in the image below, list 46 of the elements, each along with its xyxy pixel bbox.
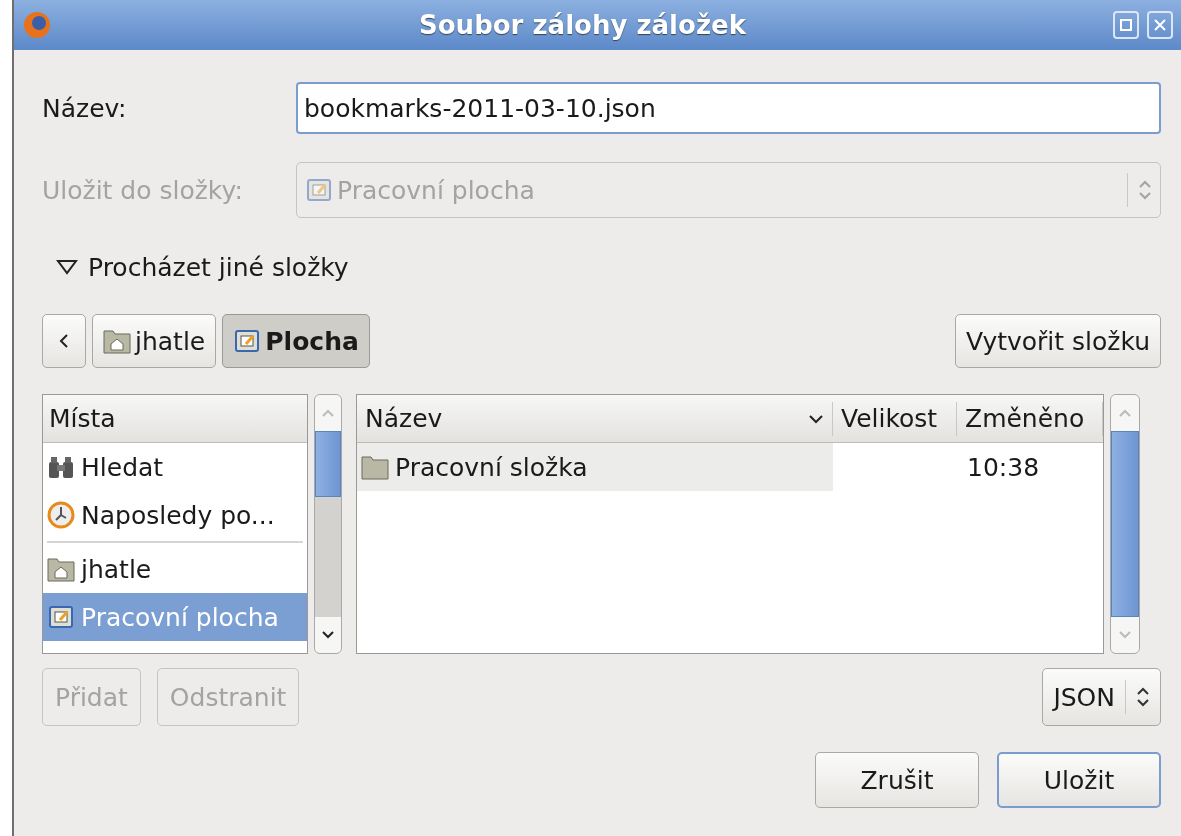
scrollbar-thumb[interactable] [315, 431, 341, 497]
places-item[interactable]: jhatle [43, 545, 307, 593]
window-title: Soubor zálohy záložek [418, 10, 747, 40]
save-in-folder-label: Uložit do složky: [42, 175, 244, 205]
path-bar-button[interactable]: Plocha [222, 314, 370, 368]
binoculars-icon [47, 454, 75, 480]
browser-logo-icon [22, 10, 52, 40]
up-down-arrows-icon [1138, 179, 1152, 201]
scroll-down-icon [321, 630, 335, 640]
dialog-button[interactable]: Zrušit [815, 752, 979, 808]
file-type-dropdown[interactable]: JSON [1042, 668, 1161, 726]
up-down-arrows-icon [1136, 686, 1150, 708]
places-item[interactable]: Hledat [43, 443, 307, 491]
home-folder-icon [103, 328, 131, 354]
scrollbar-thumb[interactable] [1111, 431, 1139, 617]
create-folder-button[interactable]: Vytvořit složku [954, 314, 1161, 368]
chevron-left-icon [59, 333, 69, 349]
clock-icon [47, 501, 75, 529]
home-folder-icon [47, 556, 75, 582]
dialog-button[interactable]: Uložit [997, 752, 1161, 808]
name-label: Název: [42, 93, 128, 123]
scroll-up-icon [1118, 408, 1132, 418]
column-header[interactable]: Změněno [957, 401, 1103, 436]
path-bar-button[interactable]: jhatle [92, 314, 217, 368]
desktop-icon [233, 328, 262, 354]
file-list-scrollbar[interactable] [1110, 394, 1140, 654]
places-scrollbar[interactable] [314, 394, 342, 654]
back-button[interactable] [42, 314, 86, 368]
desktop-icon [305, 177, 333, 203]
column-header[interactable]: Název [357, 401, 833, 436]
desktop-icon [47, 604, 75, 630]
close-icon [1153, 18, 1167, 32]
column-header[interactable]: Velikost [833, 401, 957, 436]
scroll-up-icon [321, 408, 335, 418]
browse-folders-expander[interactable]: Procházet jiné složky [88, 252, 349, 282]
modified-cell-text: 10:38 [966, 452, 1040, 482]
file-name-field[interactable]: bookmarks-2011-03-10.json [296, 82, 1161, 134]
maximize-icon [1119, 18, 1133, 32]
scroll-down-icon [1118, 630, 1132, 640]
places-item[interactable]: Naposledy po... [43, 491, 307, 539]
close-button[interactable] [1147, 11, 1173, 39]
file-name-cell[interactable]: Pracovní složka [357, 443, 833, 491]
maximize-button[interactable] [1113, 11, 1139, 39]
sort-chevron-icon [808, 413, 824, 424]
folder-icon [361, 454, 389, 480]
places-column-header[interactable]: Místa [49, 404, 116, 433]
